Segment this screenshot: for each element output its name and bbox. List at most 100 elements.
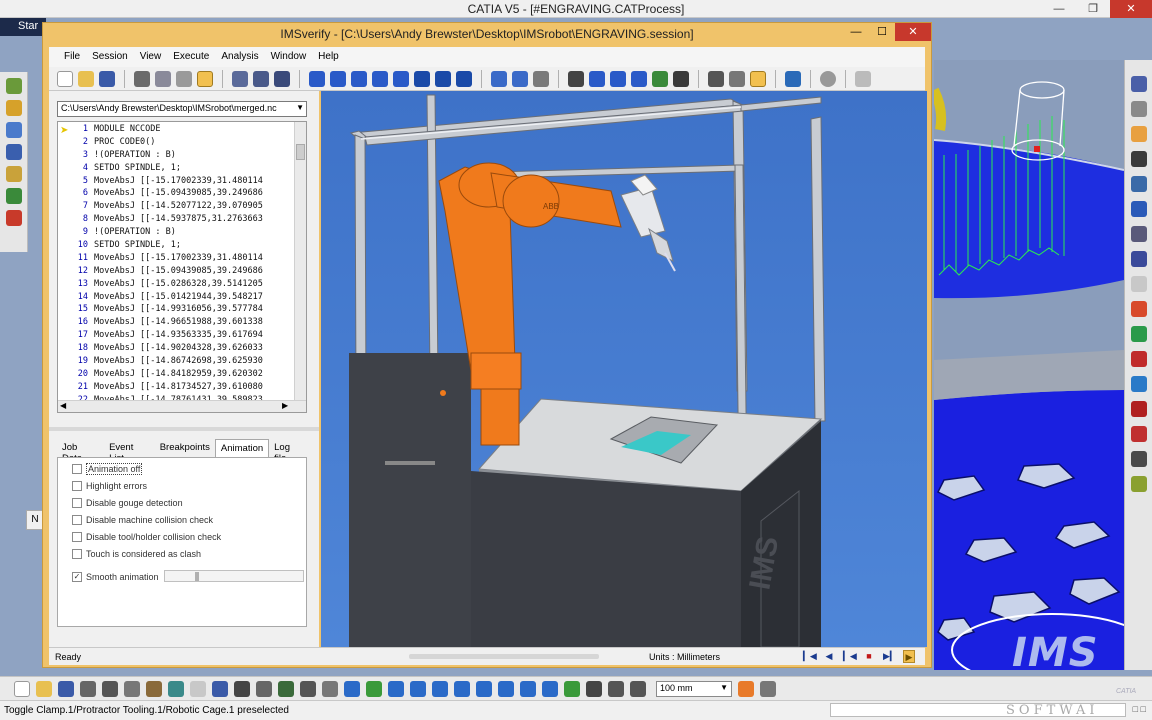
play-icon[interactable]: ▶ (903, 650, 915, 663)
disable-gouge-checkbox[interactable]: Disable gouge detection (72, 496, 183, 510)
step-forward-icon[interactable]: ▶▎ (883, 650, 897, 663)
code-line[interactable]: 11 MoveAbsJ [[-15.17002339,31.480114 (58, 253, 296, 266)
step-icon[interactable] (393, 70, 409, 87)
save-icon[interactable] (58, 680, 74, 697)
axis-z-icon[interactable] (351, 70, 367, 87)
code-line[interactable]: 2 PROC CODE0() (58, 137, 296, 150)
iso-view-icon[interactable] (498, 680, 514, 697)
back-to-start-icon[interactable]: ▎◀ (843, 650, 857, 663)
comment-icon[interactable] (256, 680, 272, 697)
zoom-select[interactable]: 100 mm ▼ (656, 680, 732, 697)
menu-execute[interactable]: Execute (168, 47, 216, 67)
sketch-icon[interactable] (760, 680, 776, 697)
checkbox-box-checked[interactable]: ✓ (72, 572, 82, 582)
stop-icon[interactable]: ■ (863, 650, 875, 663)
link-icon[interactable] (708, 70, 724, 87)
color-icon[interactable] (1130, 301, 1147, 317)
animation-speed-slider[interactable] (164, 570, 304, 582)
code-line[interactable]: 6 MoveAbsJ [[-15.09439085,39.249686 (58, 188, 296, 201)
move-icon[interactable] (344, 680, 360, 697)
snapshot-icon[interactable] (435, 70, 451, 87)
menu-view[interactable]: View (135, 47, 169, 67)
axis-x-icon[interactable] (309, 70, 325, 87)
open-icon[interactable] (36, 680, 52, 697)
zoom-in-icon[interactable] (432, 680, 448, 697)
menu-help[interactable]: Help (313, 47, 346, 67)
link-icon[interactable] (1130, 476, 1147, 492)
code-line[interactable]: 16 MoveAbsJ [[-14.96651988,39.601338 (58, 317, 296, 330)
menu-analysis[interactable]: Analysis (216, 47, 265, 67)
catia-minimize-button[interactable]: — (1042, 0, 1076, 18)
teach-icon[interactable] (1130, 176, 1147, 192)
simulate-icon[interactable] (1130, 326, 1147, 342)
rewind-icon[interactable]: ▎◀ (803, 650, 817, 663)
undo-icon[interactable] (168, 680, 184, 697)
step-back-icon[interactable]: ◀ (823, 650, 835, 663)
code-horizontal-scrollbar[interactable]: ◀ ▶ (58, 400, 306, 412)
view-top-icon[interactable] (512, 70, 528, 87)
measure-icon[interactable] (673, 70, 689, 87)
help-icon[interactable] (212, 680, 228, 697)
catia-close-button[interactable]: ✕ (1110, 0, 1152, 18)
chevron-down-icon[interactable]: ▼ (296, 103, 304, 112)
menu-file[interactable]: File (59, 47, 87, 67)
animation-off-checkbox[interactable]: Animation off (72, 462, 143, 476)
zoom-in-icon[interactable] (589, 70, 605, 87)
code-line[interactable]: 7 MoveAbsJ [[-14.52077122,39.070905 (58, 201, 296, 214)
code-line[interactable]: 21 MoveAbsJ [[-14.81734527,39.610080 (58, 382, 296, 395)
checkbox-box[interactable] (72, 515, 82, 525)
view-front-icon[interactable] (491, 70, 507, 87)
catalog-icon[interactable] (300, 680, 316, 697)
machine-icon[interactable] (155, 70, 171, 87)
zoom-window-icon[interactable] (568, 70, 584, 87)
shading-icon[interactable] (520, 680, 536, 697)
tab-animation[interactable]: Animation (214, 439, 270, 457)
new-icon[interactable] (57, 70, 73, 87)
code-line[interactable]: 4 SETDO SPINDLE, 1; (58, 163, 296, 176)
normal-view-icon[interactable] (476, 680, 492, 697)
code-line[interactable]: 8 MoveAbsJ [[-14.5937875,31.2763663 (58, 214, 296, 227)
measure-icon[interactable] (630, 680, 646, 697)
scroll-right-icon[interactable]: ▶ (282, 401, 288, 410)
slider-knob[interactable] (195, 572, 199, 581)
part-icon[interactable] (5, 144, 22, 160)
insert-icon[interactable] (5, 166, 22, 182)
cursor-icon[interactable] (1130, 126, 1147, 142)
fixture-icon[interactable] (176, 70, 192, 87)
catia-restore-button[interactable]: ❐ (1076, 0, 1110, 18)
delete-icon[interactable] (5, 210, 22, 226)
code-line[interactable]: 15 MoveAbsJ [[-14.99316056,39.577784 (58, 304, 296, 317)
material-icon[interactable] (738, 680, 754, 697)
ims-close-button[interactable]: ✕ (895, 23, 931, 41)
disable-machine-collision-checkbox[interactable]: Disable machine collision check (72, 513, 213, 527)
ims-3d-viewport[interactable]: ABB IMS (321, 91, 927, 647)
chevron-down-icon[interactable]: ▼ (720, 683, 728, 692)
zoom-all-icon[interactable] (631, 70, 647, 87)
checkbox-box[interactable] (72, 498, 82, 508)
tree-icon[interactable] (5, 188, 22, 204)
rotate-icon[interactable] (410, 680, 426, 697)
code-line[interactable]: 10 SETDO SPINDLE, 1; (58, 240, 296, 253)
pan-icon[interactable] (652, 70, 668, 87)
report-icon[interactable] (1130, 351, 1147, 367)
panel-splitter[interactable] (49, 427, 319, 431)
table-icon[interactable] (278, 680, 294, 697)
checkbox-box[interactable] (72, 549, 82, 559)
chart-icon[interactable] (1130, 426, 1147, 442)
touch-clash-checkbox[interactable]: Touch is considered as clash (72, 547, 201, 561)
record-icon[interactable] (820, 70, 836, 87)
snap-icon[interactable] (608, 680, 624, 697)
code-line[interactable]: 20 MoveAbsJ [[-14.84182959,39.620302 (58, 369, 296, 382)
formula-icon[interactable] (234, 680, 250, 697)
open-icon[interactable] (78, 70, 94, 87)
code-line[interactable]: 18 MoveAbsJ [[-14.90204328,39.626033 (58, 343, 296, 356)
tab-job-data[interactable]: Job Data (57, 439, 104, 464)
pan-icon[interactable] (388, 680, 404, 697)
resource-icon[interactable] (5, 100, 22, 116)
joint-icon[interactable] (1130, 251, 1147, 267)
panel-icon[interactable] (855, 70, 871, 87)
menu-window[interactable]: Window (266, 47, 314, 67)
storage-icon[interactable] (1130, 451, 1147, 467)
nc-code-editor[interactable]: ➤ 1 MODULE NCCODE 2 PROC CODE0() 3 !(OPERATIO… (57, 121, 307, 413)
print-icon[interactable] (80, 680, 96, 697)
